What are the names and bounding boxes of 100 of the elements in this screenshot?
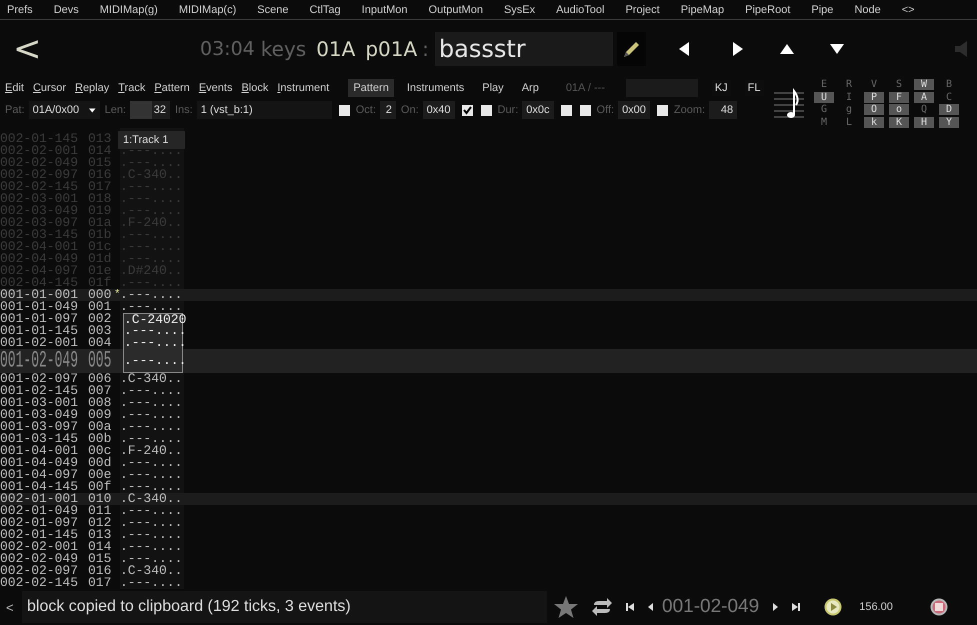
note-cell[interactable]: .C-340.. xyxy=(120,565,184,577)
tracker-row[interactable]: 001-03-097 00a .---.... xyxy=(0,421,977,433)
menu-item[interactable]: Edit xyxy=(5,82,24,94)
menu-item[interactable]: Pipe xyxy=(811,4,834,16)
input-field[interactable]: 0x40 xyxy=(422,101,454,119)
previous-icon[interactable] xyxy=(648,603,653,611)
pencil-icon[interactable] xyxy=(621,39,642,59)
menu-item[interactable]: MIDIMap(c) xyxy=(178,4,236,16)
input-field[interactable]: 0x00 xyxy=(618,101,650,119)
key-toggle[interactable]: P xyxy=(864,92,884,102)
menu-item[interactable]: Track xyxy=(118,82,146,94)
up-arrow-icon[interactable] xyxy=(780,44,794,54)
note-cell[interactable]: .---.... xyxy=(120,541,184,553)
note-cell[interactable]: .---.... xyxy=(120,397,184,409)
tracker-row[interactable]: 002-01-097 012 .---.... xyxy=(0,517,977,529)
checkbox[interactable] xyxy=(480,104,492,116)
note-cell[interactable]: .---.... xyxy=(120,385,184,397)
key-toggle[interactable]: F xyxy=(889,92,909,102)
checkbox[interactable] xyxy=(462,104,472,116)
menu-item[interactable]: Instrument xyxy=(277,82,330,94)
menu-item[interactable]: PipeMap xyxy=(680,4,724,16)
note-cell[interactable]: .---.... xyxy=(120,301,184,313)
right-arrow-icon[interactable] xyxy=(732,42,743,56)
note-cell[interactable]: .C-340.. xyxy=(120,493,184,505)
key-toggle[interactable]: A xyxy=(914,92,934,102)
note-cell[interactable]: .---.... xyxy=(120,421,184,433)
menu-item[interactable]: Scene xyxy=(257,4,288,16)
tracker-row[interactable]: 001-03-049 009 .---.... xyxy=(0,409,977,421)
skip-end-icon[interactable] xyxy=(792,603,800,611)
next-icon[interactable] xyxy=(773,603,778,611)
tab[interactable]: Pattern xyxy=(348,79,394,97)
note-cell[interactable]: .---.... xyxy=(120,505,184,517)
tracker-row[interactable]: 001-04-001 00c .F-240.. xyxy=(0,445,977,457)
key-toggle[interactable]: H xyxy=(914,116,934,128)
pencil-button[interactable] xyxy=(616,32,646,66)
menu-item[interactable]: MIDIMap(g) xyxy=(100,4,158,16)
key-toggle[interactable]: D xyxy=(939,104,959,115)
tracker-row[interactable]: 001-04-097 00e .---.... xyxy=(0,469,977,481)
tracker-row[interactable]: 001-01-145 003 .---.... xyxy=(0,325,977,337)
menu-item[interactable]: Devs xyxy=(54,4,79,16)
note-cell[interactable]: .---.... xyxy=(120,409,184,421)
checkbox[interactable] xyxy=(580,104,591,116)
checkbox[interactable] xyxy=(656,104,668,116)
note-cell[interactable]: .---.... xyxy=(120,469,184,481)
tracker-row[interactable]: 001-01-049 001 .---.... xyxy=(0,301,977,313)
tracker-row[interactable]: 001-04-049 00d .---.... xyxy=(0,457,977,469)
note-cell[interactable]: .F-240.. xyxy=(120,445,184,457)
menu-item[interactable]: Events xyxy=(198,82,232,94)
tracker-row[interactable]: 001-04-145 00f .---.... xyxy=(0,481,977,493)
menu-item[interactable]: Block xyxy=(241,82,268,94)
tab[interactable]: Arp xyxy=(516,79,544,97)
note-cell[interactable]: .---.... xyxy=(120,517,184,529)
tab[interactable]: Instruments xyxy=(402,79,470,97)
menu-item[interactable]: AudioTool xyxy=(556,4,604,16)
instrument-field[interactable]: 1 (vst_b:1) xyxy=(196,101,332,119)
note-cell[interactable]: .C-340.. xyxy=(120,373,184,385)
star-icon[interactable] xyxy=(554,596,578,618)
tracker-row[interactable]: 002-01-001 010 .C-340.. xyxy=(0,493,977,505)
tracker-row[interactable]: 001-02-001 004 .---.... xyxy=(0,337,977,349)
note-cell[interactable]: .---.... xyxy=(120,457,184,469)
caret-icon[interactable] xyxy=(89,108,96,112)
menu-item[interactable]: Replay xyxy=(74,82,110,94)
tab[interactable]: Play xyxy=(477,79,509,97)
stop-icon[interactable] xyxy=(930,598,948,616)
tracker-row[interactable]: 002-01-145 013 .---.... xyxy=(0,529,977,541)
tracker-row[interactable]: 001-02-145 007 .---.... xyxy=(0,385,977,397)
menu-item[interactable]: Pattern xyxy=(154,82,190,94)
key-toggle[interactable]: K xyxy=(889,116,909,128)
note-cell[interactable]: .---.... xyxy=(123,325,183,337)
menu-item[interactable]: <> xyxy=(902,4,915,16)
input-field[interactable]: 2 xyxy=(380,101,396,119)
play-icon[interactable] xyxy=(824,598,842,616)
tracker-row[interactable]: 001-01-097 002 .C-24020 xyxy=(0,313,977,325)
menu-item[interactable]: CtlTag xyxy=(309,4,341,16)
tracker-row[interactable]: 001-01-001 000 *.---.... xyxy=(0,289,977,301)
key-toggle[interactable]: U xyxy=(814,92,834,102)
menu-item[interactable]: OutputMon xyxy=(428,4,483,16)
down-arrow-icon[interactable] xyxy=(830,44,844,54)
note-cell[interactable]: .---.... xyxy=(120,529,184,541)
repeat-icon[interactable] xyxy=(592,598,612,616)
key-toggle[interactable]: k xyxy=(864,116,884,128)
tracker-row[interactable]: 001-03-145 00b .---.... xyxy=(0,433,977,445)
tracker-row[interactable]: 002-02-097 016 .C-340.. xyxy=(0,565,977,577)
note-cell[interactable]: .---.... xyxy=(120,553,184,565)
checkbox[interactable] xyxy=(560,104,572,116)
tracker-row[interactable]: 002-02-001 014 .---.... xyxy=(0,541,977,553)
key-toggle[interactable]: O xyxy=(864,104,884,115)
note-cell[interactable]: .---.... xyxy=(123,337,183,349)
tracker-row[interactable]: 001-02-049 005 .---.... xyxy=(0,349,977,373)
menu-item[interactable]: InputMon xyxy=(362,4,408,16)
menu-item[interactable]: PipeRoot xyxy=(745,4,790,16)
note-cell[interactable]: .---.... xyxy=(120,481,184,493)
back-button[interactable]: < xyxy=(13,32,43,66)
key-toggle[interactable]: o xyxy=(889,104,909,115)
menu-item[interactable]: Cursor xyxy=(32,82,66,94)
note-cell[interactable]: .---.... xyxy=(120,577,184,589)
checkbox[interactable] xyxy=(338,104,350,116)
tracker-row[interactable]: 001-03-001 008 .---.... xyxy=(0,397,977,409)
back-button[interactable]: < xyxy=(6,600,22,614)
key-toggle[interactable]: W xyxy=(914,79,934,90)
